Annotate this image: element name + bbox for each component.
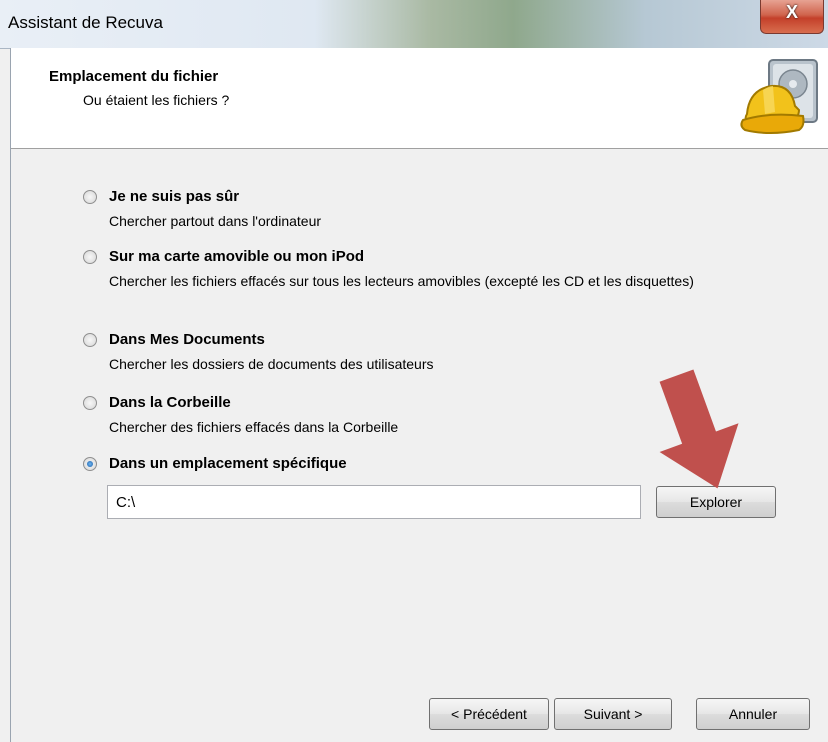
close-icon: X — [785, 2, 798, 22]
annotation-arrow-icon — [659, 369, 739, 489]
page-subtitle: Ou étaient les fichiers ? — [83, 92, 230, 108]
radio-my-documents[interactable] — [83, 333, 97, 347]
option-description: Chercher partout dans l'ordinateur — [109, 213, 322, 229]
radio-removable[interactable] — [83, 250, 97, 264]
radio-recycle-bin[interactable] — [83, 396, 97, 410]
option-label: Je ne suis pas sûr — [109, 188, 240, 205]
option-label: Dans un emplacement spécifique — [109, 455, 347, 472]
recuva-logo-icon — [740, 59, 818, 134]
page-title: Emplacement du fichier — [49, 68, 219, 85]
option-description: Chercher les fichiers effacés sur tous l… — [109, 273, 694, 289]
radio-specific-location[interactable] — [83, 457, 97, 471]
radio-not-sure[interactable] — [83, 190, 97, 204]
back-button[interactable]: < Précédent — [429, 698, 549, 730]
window-title: Assistant de Recuva — [8, 13, 163, 32]
option-label: Dans Mes Documents — [109, 331, 265, 348]
wizard-dialog: Emplacement du fichier Ou étaient les fi… — [10, 48, 828, 742]
wizard-header: Emplacement du fichier Ou étaient les fi… — [11, 48, 828, 149]
cancel-button[interactable]: Annuler — [696, 698, 810, 730]
title-bar: Assistant de Recuva X — [0, 0, 828, 49]
location-path-input[interactable] — [107, 485, 641, 519]
next-button[interactable]: Suivant > — [554, 698, 672, 730]
option-label: Dans la Corbeille — [109, 394, 231, 411]
option-label: Sur ma carte amovible ou mon iPod — [109, 248, 365, 265]
close-button[interactable]: X — [760, 0, 824, 34]
